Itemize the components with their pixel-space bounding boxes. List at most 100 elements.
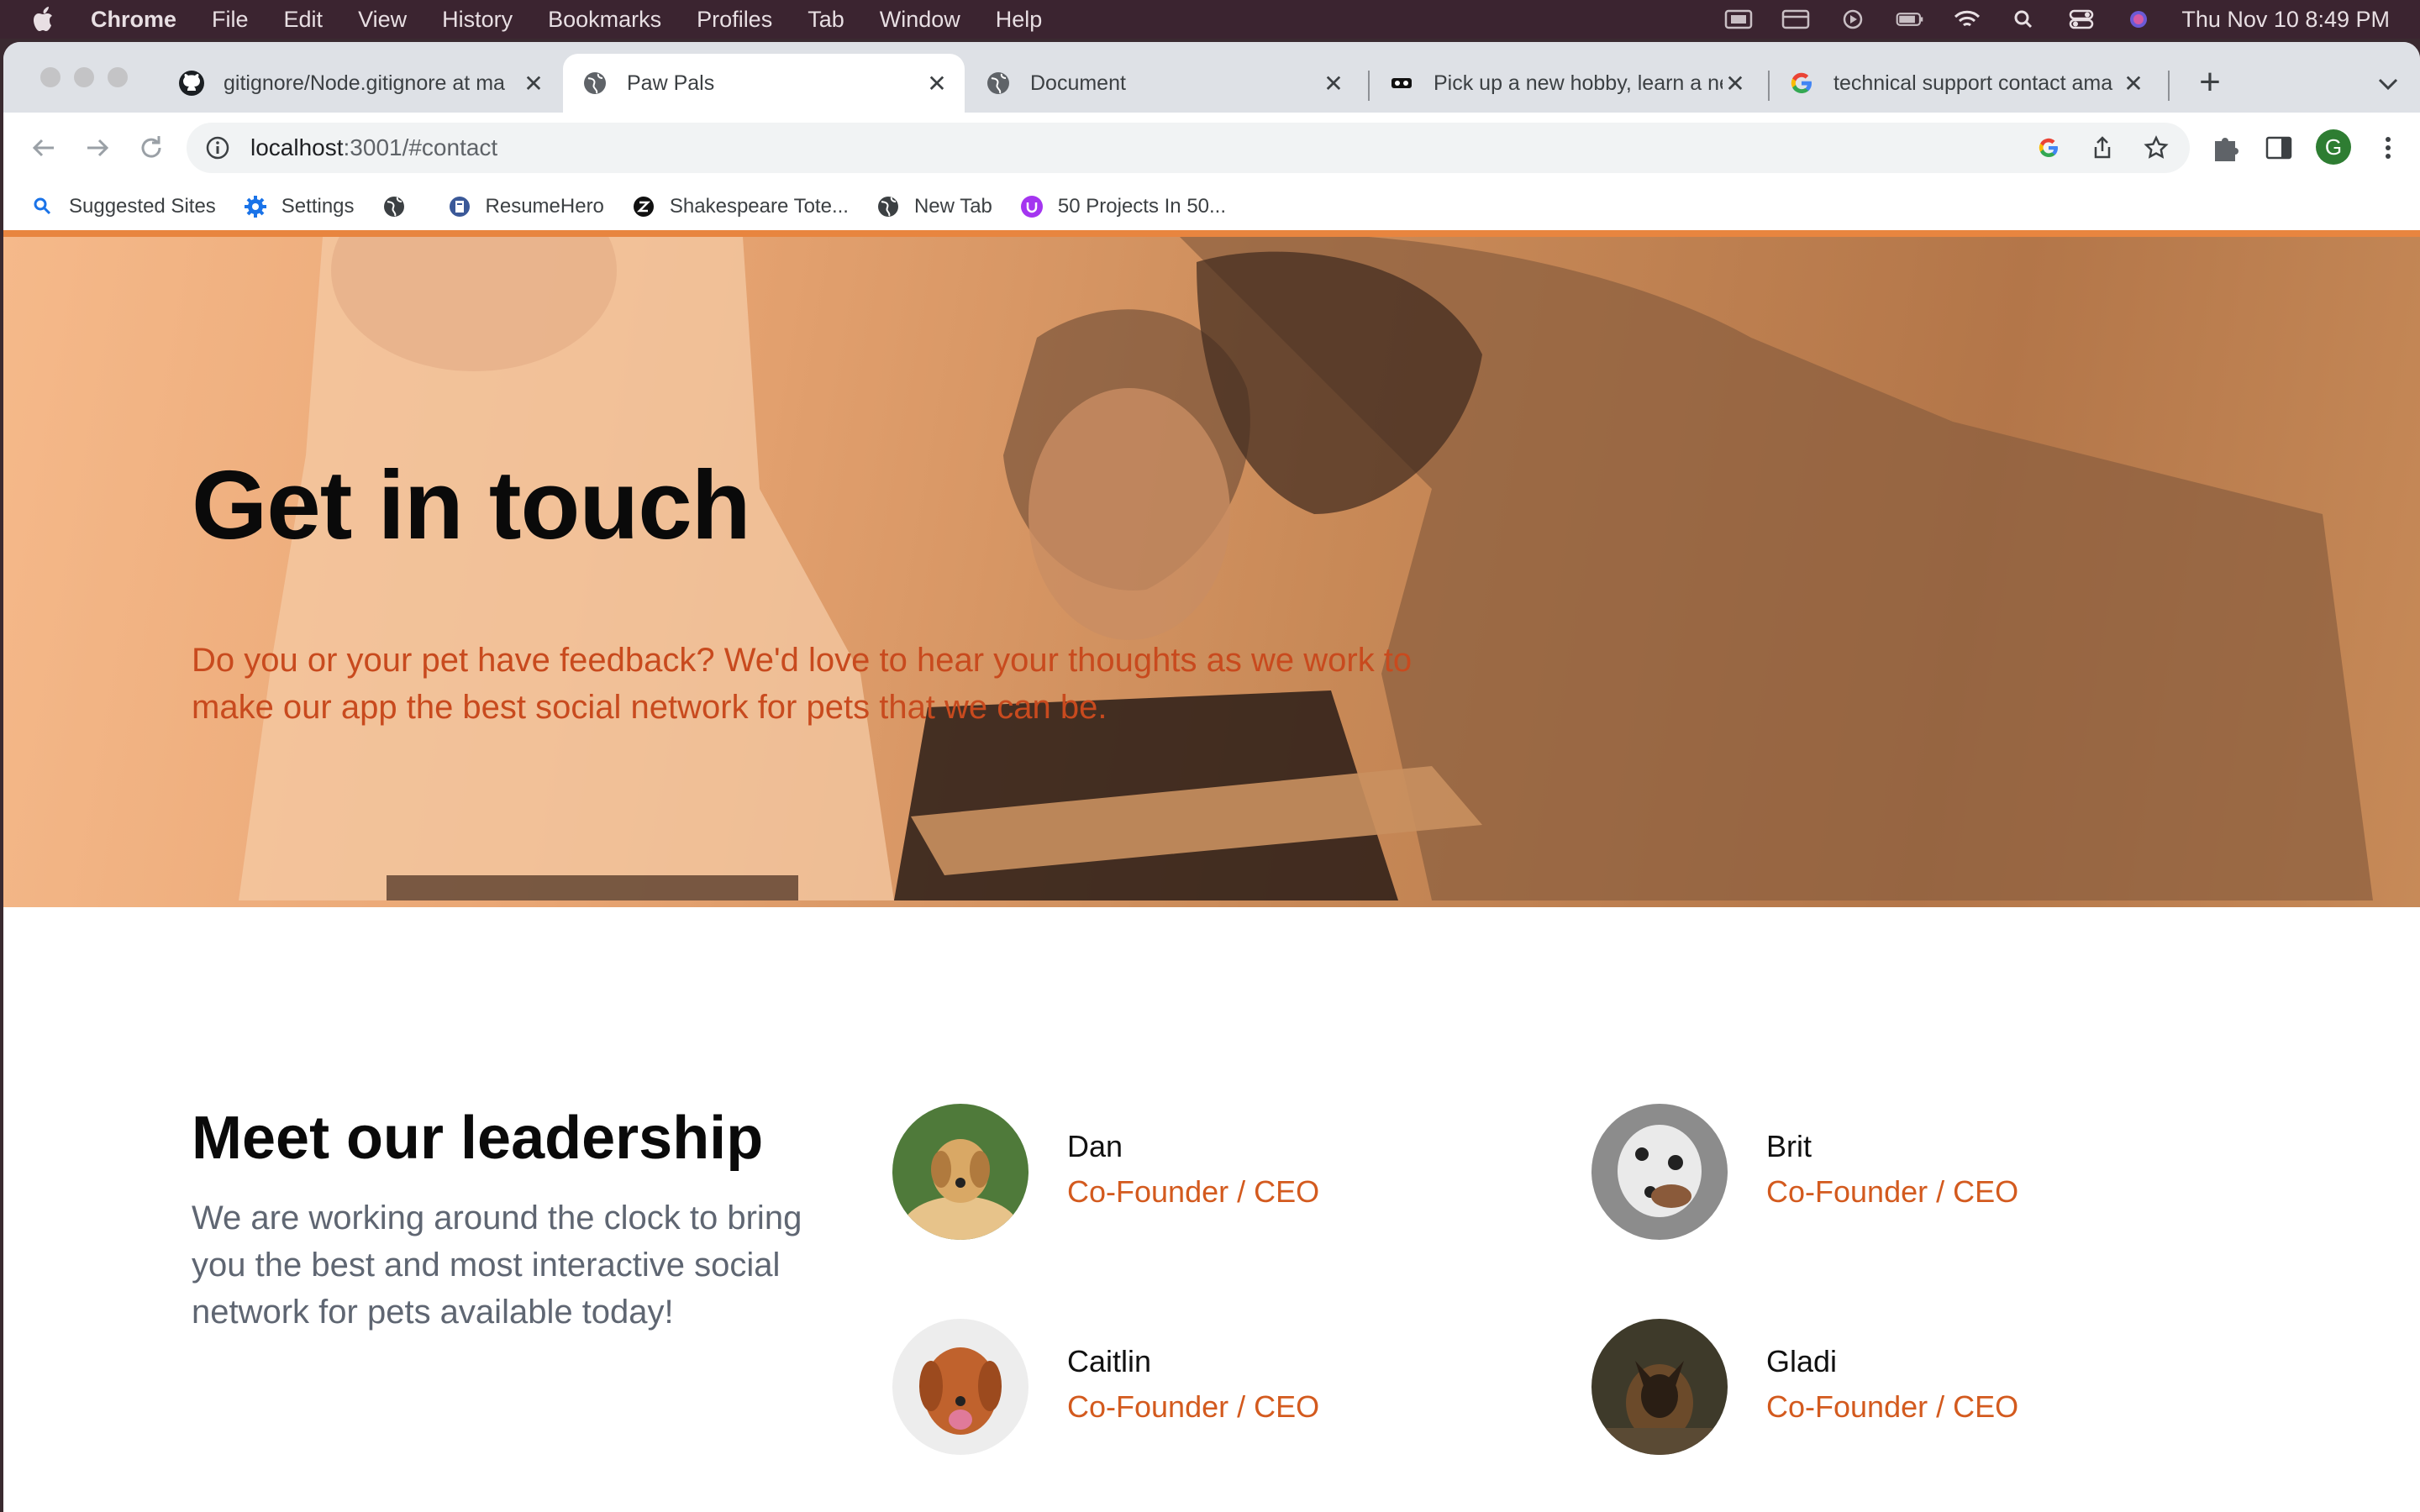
chevron-down-icon[interactable]	[2371, 67, 2405, 101]
menu-edit[interactable]: Edit	[284, 7, 324, 33]
window-zoom-button[interactable]	[108, 67, 128, 87]
menu-window[interactable]: Window	[880, 7, 960, 33]
leader-role: Co-Founder / CEO	[1067, 1174, 1320, 1209]
bookmark-settings[interactable]: Settings	[243, 194, 355, 219]
close-icon[interactable]: ✕	[521, 71, 546, 97]
url-text[interactable]: localhost:3001/#contact	[250, 134, 497, 161]
leader-card: Brit Co-Founder / CEO	[1591, 1104, 2230, 1242]
window-close-button[interactable]	[40, 67, 60, 87]
reload-icon[interactable]	[133, 129, 170, 166]
url-host: localhost	[250, 134, 344, 160]
address-bar[interactable]: localhost:3001/#contact	[187, 123, 2190, 173]
window-minimize-button[interactable]	[74, 67, 94, 87]
tab-document[interactable]: Document ✕	[966, 54, 1361, 113]
leader-name: Gladi	[1766, 1344, 1838, 1378]
siri-icon[interactable]	[2124, 9, 2153, 29]
leadership-heading: Meet our leadership	[192, 1105, 764, 1172]
menu-chrome[interactable]: Chrome	[91, 7, 176, 33]
tab-title: technical support contact ama	[1833, 71, 2113, 95]
search-icon	[34, 197, 51, 215]
apple-icon[interactable]	[32, 5, 57, 34]
menu-bookmarks[interactable]: Bookmarks	[548, 7, 661, 33]
leader-name: Dan	[1067, 1129, 1123, 1163]
leader-card: Gladi Co-Founder / CEO	[1591, 1319, 2230, 1457]
google-lens-icon[interactable]	[2035, 134, 2062, 161]
google-icon	[1791, 72, 1812, 94]
profile-avatar[interactable]: G	[2316, 129, 2351, 165]
info-icon[interactable]	[205, 135, 230, 160]
udemy-icon	[1020, 196, 1043, 218]
menu-bar-clock[interactable]: Thu Nov 10 8:49 PM	[2181, 7, 2390, 33]
search-icon[interactable]	[2010, 9, 2039, 29]
battery-icon[interactable]	[1896, 9, 1924, 29]
bookmark-label: Shakespeare Tote...	[669, 195, 849, 218]
leader-card: Dan Co-Founder / CEO	[892, 1104, 1531, 1242]
bookmark-label: Settings	[281, 195, 355, 218]
dog-avatar	[892, 1104, 1028, 1240]
dog-avatar	[1591, 1104, 1728, 1240]
macos-menu-bar: Chrome File Edit View History Bookmarks …	[0, 0, 2420, 39]
leader-card: Caitlin Co-Founder / CEO	[892, 1319, 1531, 1457]
share-icon[interactable]	[2089, 134, 2116, 161]
tab-title: gitignore/Node.gitignore at ma	[224, 71, 505, 95]
tab-github-gitignore[interactable]: gitignore/Node.gitignore at ma ✕	[160, 54, 561, 113]
menu-history[interactable]: History	[442, 7, 513, 33]
extensions-puzzle-icon[interactable]	[2208, 129, 2242, 166]
menu-file[interactable]: File	[212, 7, 249, 33]
leader-role: Co-Founder / CEO	[1067, 1389, 1320, 1424]
tab-google-search[interactable]: technical support contact ama ✕	[1770, 54, 2161, 113]
bookmark-label: Suggested Sites	[69, 195, 216, 218]
browser-window: gitignore/Node.gitignore at ma ✕ Paw Pal…	[3, 42, 2420, 1512]
leader-name: Caitlin	[1067, 1344, 1152, 1378]
globe-icon	[383, 197, 404, 217]
bookmark-50-projects[interactable]: 50 Projects In 50...	[1019, 194, 1226, 219]
window-menu-icon[interactable]	[1781, 9, 1810, 29]
globe-icon	[877, 197, 898, 217]
shakespeare-icon	[633, 197, 654, 217]
bookmark-label: ResumeHero	[485, 195, 604, 218]
close-icon[interactable]: ✕	[2121, 71, 2146, 97]
menu-help[interactable]: Help	[996, 7, 1043, 33]
github-icon	[179, 71, 204, 96]
back-arrow-icon[interactable]	[25, 129, 62, 166]
hero-description: Do you or your pet have feedback? We'd l…	[192, 642, 1413, 726]
globe-icon	[584, 72, 606, 94]
close-icon[interactable]: ✕	[1723, 71, 1748, 97]
bookmark-star-icon[interactable]	[2143, 134, 2170, 161]
wifi-icon[interactable]	[1953, 9, 1981, 29]
new-tab-button[interactable]: +	[2191, 64, 2228, 102]
page-content: Get in touch Do you or your pet have fee…	[3, 230, 2420, 1512]
tab-title: Document	[1030, 71, 1126, 95]
close-icon[interactable]: ✕	[1321, 71, 1346, 97]
side-panel-icon[interactable]	[2262, 129, 2296, 166]
more-menu-icon[interactable]	[2371, 129, 2405, 166]
tab-paw-pals[interactable]: Paw Pals ✕	[563, 54, 965, 113]
bookmark-new-tab[interactable]: New Tab	[876, 194, 992, 219]
bookmark-shakespeare[interactable]: Shakespeare Tote...	[631, 194, 849, 219]
bookmark-resumehero[interactable]: ResumeHero	[447, 194, 604, 219]
bookmark-globe[interactable]	[381, 194, 420, 219]
bookmark-label: New Tab	[913, 195, 992, 218]
play-icon[interactable]	[1839, 9, 1867, 29]
resumehero-icon	[449, 197, 470, 217]
dog-avatar	[1591, 1319, 1728, 1455]
leader-role: Co-Founder / CEO	[1766, 1389, 2019, 1424]
screen-mirroring-icon[interactable]	[1724, 9, 1753, 29]
globe-icon	[987, 72, 1009, 94]
forward-arrow-icon[interactable]	[79, 129, 116, 166]
page-title: Get in touch	[192, 450, 751, 559]
menu-tab[interactable]: Tab	[808, 7, 844, 33]
hero-team-photo	[239, 237, 2373, 900]
tab-title: Paw Pals	[627, 71, 715, 95]
tab-title: Pick up a new hobby, learn a ne	[1434, 71, 1723, 95]
menu-profiles[interactable]: Profiles	[697, 7, 772, 33]
bookmarks-bar: Suggested Sites Settings ResumeHero Shak…	[3, 183, 2420, 231]
close-icon[interactable]: ✕	[924, 71, 950, 97]
menu-view[interactable]: View	[358, 7, 407, 33]
tab-hobby[interactable]: Pick up a new hobby, learn a ne ✕	[1370, 54, 1763, 113]
control-center-icon[interactable]	[2067, 9, 2096, 29]
tab-strip: gitignore/Node.gitignore at ma ✕ Paw Pal…	[3, 42, 2420, 113]
bookmark-suggested-sites[interactable]: Suggested Sites	[30, 194, 216, 219]
bookmark-label: 50 Projects In 50...	[1057, 195, 1227, 218]
hobby-site-icon	[1392, 78, 1412, 88]
